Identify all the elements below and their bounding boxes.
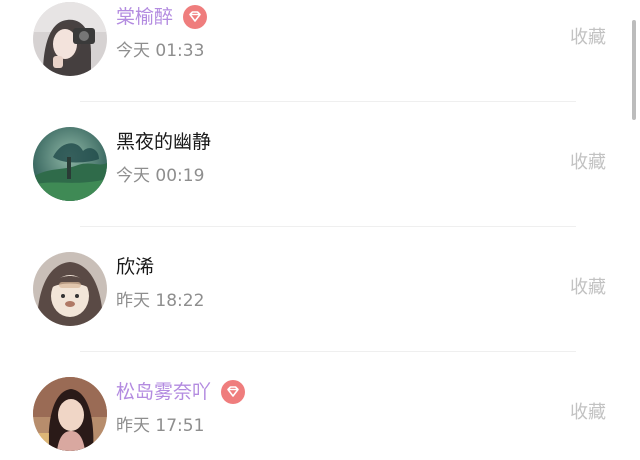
collect-button[interactable]: 收藏 <box>570 275 606 301</box>
name-line: 松岛雾奈吖 <box>116 378 246 406</box>
avatar[interactable] <box>33 127 107 201</box>
name-line: 欣浠 <box>116 253 154 281</box>
name-line: 棠榆醉 <box>116 3 208 31</box>
user-name[interactable]: 棠榆醉 <box>116 3 173 31</box>
scrollbar[interactable] <box>632 20 636 120</box>
avatar[interactable] <box>33 377 107 451</box>
collect-button[interactable]: 收藏 <box>570 400 606 426</box>
collect-list-screen: 棠榆醉 今天 01:33 收藏 黑夜的幽静 今天 00:19 收藏 欣浠 昨天 … <box>0 0 640 460</box>
vip-diamond-icon <box>183 5 208 29</box>
user-name[interactable]: 松岛雾奈吖 <box>116 378 211 406</box>
collect-button[interactable]: 收藏 <box>570 150 606 176</box>
user-name[interactable]: 欣浠 <box>116 253 154 281</box>
avatar[interactable] <box>33 2 107 76</box>
timestamp: 今天 01:33 <box>116 41 205 61</box>
list-item[interactable]: 欣浠 昨天 18:22 收藏 <box>0 227 640 352</box>
timestamp: 昨天 18:22 <box>116 291 205 311</box>
list-item[interactable]: 棠榆醉 今天 01:33 收藏 <box>0 0 640 102</box>
user-name[interactable]: 黑夜的幽静 <box>116 128 211 156</box>
vip-diamond-icon <box>221 380 246 404</box>
name-line: 黑夜的幽静 <box>116 128 211 156</box>
avatar[interactable] <box>33 252 107 326</box>
list-item[interactable]: 黑夜的幽静 今天 00:19 收藏 <box>0 102 640 227</box>
collect-button[interactable]: 收藏 <box>570 25 606 51</box>
timestamp: 昨天 17:51 <box>116 416 205 436</box>
list-item[interactable]: 松岛雾奈吖 昨天 17:51 收藏 <box>0 352 640 460</box>
timestamp: 今天 00:19 <box>116 166 205 186</box>
